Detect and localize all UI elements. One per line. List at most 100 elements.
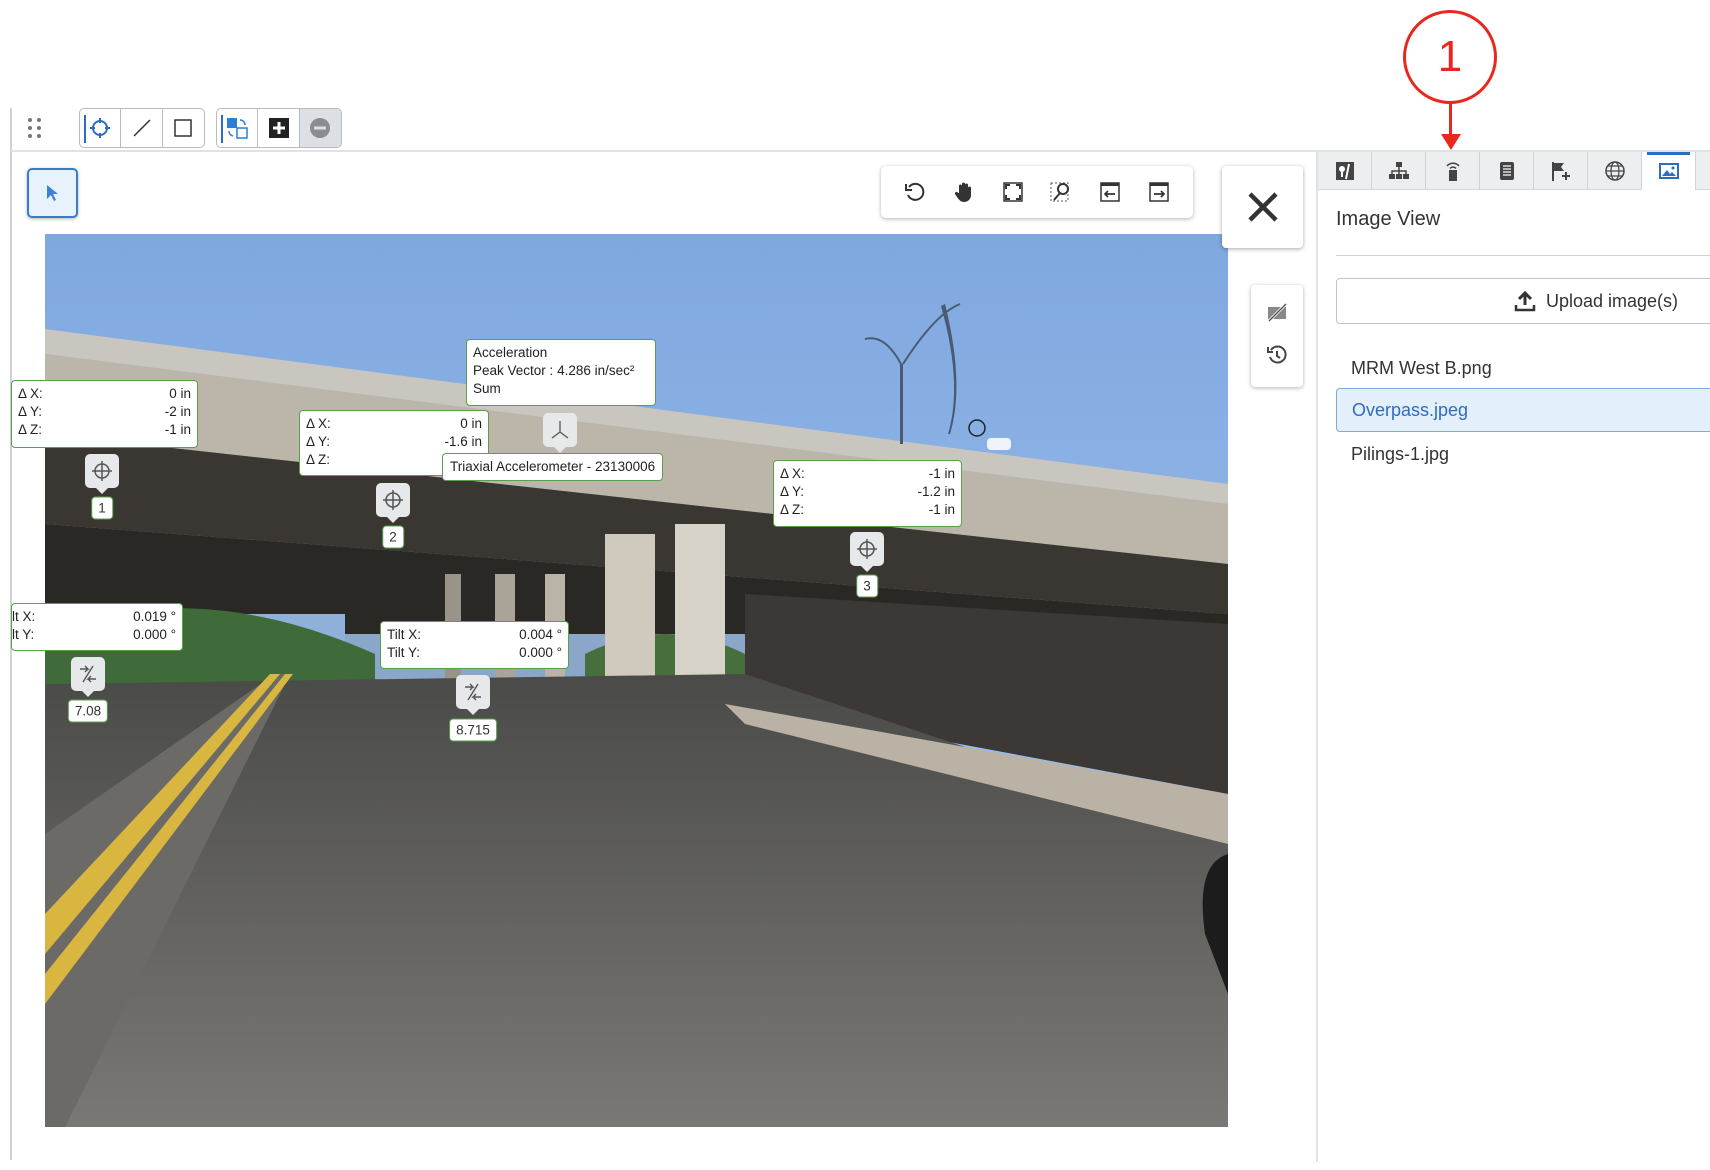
dz-value: -1 in: [164, 422, 191, 437]
upload-icon: [1514, 290, 1536, 312]
tilt-marker-2[interactable]: [456, 675, 490, 715]
sensor-icon: [1445, 162, 1460, 181]
hierarchy-icon: [1388, 162, 1409, 179]
tab-hierarchy[interactable]: [1372, 152, 1426, 190]
hide-annotations-icon[interactable]: [1266, 301, 1288, 328]
file-item-selected[interactable]: Overpass.jpeg: [1336, 388, 1710, 432]
tilt-x-value: 0.019 °: [133, 609, 176, 624]
file-item[interactable]: MRM West B.png: [1336, 346, 1710, 390]
line-icon: [132, 119, 151, 137]
displacement-marker-3[interactable]: [850, 532, 884, 572]
view-toolbar: [881, 166, 1193, 218]
displacement-marker-2[interactable]: [376, 483, 410, 523]
tab-map[interactable]: [1318, 152, 1372, 190]
dy-label: Δ Y:: [18, 404, 43, 419]
acceleration-mode: Sum: [473, 381, 501, 396]
remove-icon: [310, 118, 331, 138]
tilt-x-value: 0.004 °: [519, 627, 562, 642]
upload-images-button[interactable]: Upload image(s): [1336, 278, 1710, 324]
dz-label: Δ Z:: [780, 502, 805, 517]
panel-divider: [1336, 255, 1710, 256]
select-tool-button[interactable]: [27, 168, 78, 218]
acceleration-title: Acceleration: [473, 345, 548, 360]
dz-value: -1 in: [928, 502, 955, 517]
flag-add-icon: [1551, 162, 1570, 181]
globe-icon: [1604, 161, 1625, 181]
tilt-y-label: lt Y:: [12, 627, 35, 642]
dx-value: 0 in: [460, 416, 482, 431]
accelerometer-label: Triaxial Accelerometer - 23130006: [442, 453, 664, 481]
swap-shape-icon: [227, 118, 248, 139]
tab-globe[interactable]: [1588, 152, 1642, 190]
dy-value: -1.2 in: [917, 484, 955, 499]
callout-marker: 1: [1403, 10, 1497, 104]
point-tool-button[interactable]: [80, 109, 122, 147]
dx-value: -1 in: [928, 466, 955, 481]
map-marker-icon: [1335, 162, 1354, 180]
marker-label-1: 1: [91, 496, 113, 520]
previous-image-icon[interactable]: [1097, 179, 1123, 205]
dx-label: Δ X:: [18, 386, 43, 401]
marker-label-3: 3: [856, 574, 878, 598]
dy-label: Δ Y:: [780, 484, 805, 499]
tilt-x-label: lt X:: [12, 609, 36, 624]
tilt-box-1[interactable]: lt X: 0.019 ° lt Y: 0.000 °: [11, 603, 183, 651]
fit-screen-icon[interactable]: [1000, 179, 1026, 205]
dy-label: Δ Y:: [306, 434, 331, 449]
dy-value: -2 in: [164, 404, 191, 419]
side-tools: [1251, 285, 1303, 387]
next-image-icon[interactable]: [1146, 179, 1172, 205]
tilt-value-2: 8.715: [449, 718, 497, 742]
accelerometer-marker[interactable]: [543, 413, 577, 453]
dx-value: 0 in: [169, 386, 191, 401]
callout-number: 1: [1437, 32, 1463, 81]
tilt-y-value: 0.000 °: [133, 627, 176, 642]
close-icon: [1247, 192, 1278, 222]
tilt-icon: [465, 683, 481, 701]
upload-label: Upload image(s): [1545, 290, 1679, 311]
pan-hand-icon[interactable]: [951, 179, 977, 205]
file-item[interactable]: Pilings-1.jpg: [1336, 432, 1710, 476]
tilt-x-label: Tilt X:: [387, 627, 422, 642]
dz-label: Δ Z:: [306, 452, 331, 467]
tilt-icon: [80, 665, 96, 683]
draw-tools-group: [79, 108, 205, 148]
tab-flags[interactable]: [1534, 152, 1588, 190]
rectangle-tool-button[interactable]: [163, 109, 204, 147]
tilt-marker-1[interactable]: [71, 657, 105, 697]
tab-image-view[interactable]: [1642, 152, 1696, 190]
tilt-value-1: 7.08: [67, 699, 109, 723]
callout-arrow-head: [1441, 134, 1461, 150]
rectangle-icon: [174, 119, 193, 137]
tab-sensors[interactable]: [1426, 152, 1480, 190]
close-button[interactable]: [1222, 166, 1303, 248]
panel-title: Image View: [1336, 208, 1441, 230]
remove-button[interactable]: [299, 109, 341, 147]
dx-label: Δ X:: [780, 466, 805, 481]
dx-label: Δ X:: [306, 416, 331, 431]
pointer-icon: [46, 185, 58, 201]
add-button[interactable]: [258, 109, 300, 147]
peak-vector-value: 4.286 in/sec²: [557, 363, 635, 378]
dz-label: Δ Z:: [18, 422, 43, 437]
displacement-box-1[interactable]: Δ X: 0 in Δ Y: -2 in Δ Z: -1 in: [11, 380, 198, 448]
tab-list[interactable]: [1480, 152, 1534, 190]
list-icon: [1499, 162, 1514, 180]
triaxial-icon: [551, 421, 569, 439]
crosshair-icon: [857, 539, 877, 559]
add-icon: [268, 118, 289, 138]
displacement-box-3[interactable]: Δ X: -1 in Δ Y: -1.2 in Δ Z: -1 in: [773, 460, 962, 527]
drag-handle-icon[interactable]: [28, 118, 44, 140]
swap-shape-button[interactable]: [217, 109, 259, 147]
dy-value: -1.6 in: [444, 434, 482, 449]
zoom-region-icon[interactable]: [1048, 179, 1074, 205]
image-icon: [1658, 163, 1679, 179]
tilt-box-2[interactable]: Tilt X: 0.004 ° Tilt Y: 0.000 °: [380, 621, 569, 669]
tilt-y-label: Tilt Y:: [387, 645, 421, 660]
crosshair-icon: [92, 461, 112, 481]
history-icon[interactable]: [1266, 344, 1288, 371]
acceleration-box[interactable]: Acceleration Peak Vector : 4.286 in/sec²…: [466, 339, 656, 406]
rotate-reset-icon[interactable]: [902, 179, 928, 205]
displacement-marker-1[interactable]: [85, 454, 119, 494]
line-tool-button[interactable]: [121, 109, 163, 147]
